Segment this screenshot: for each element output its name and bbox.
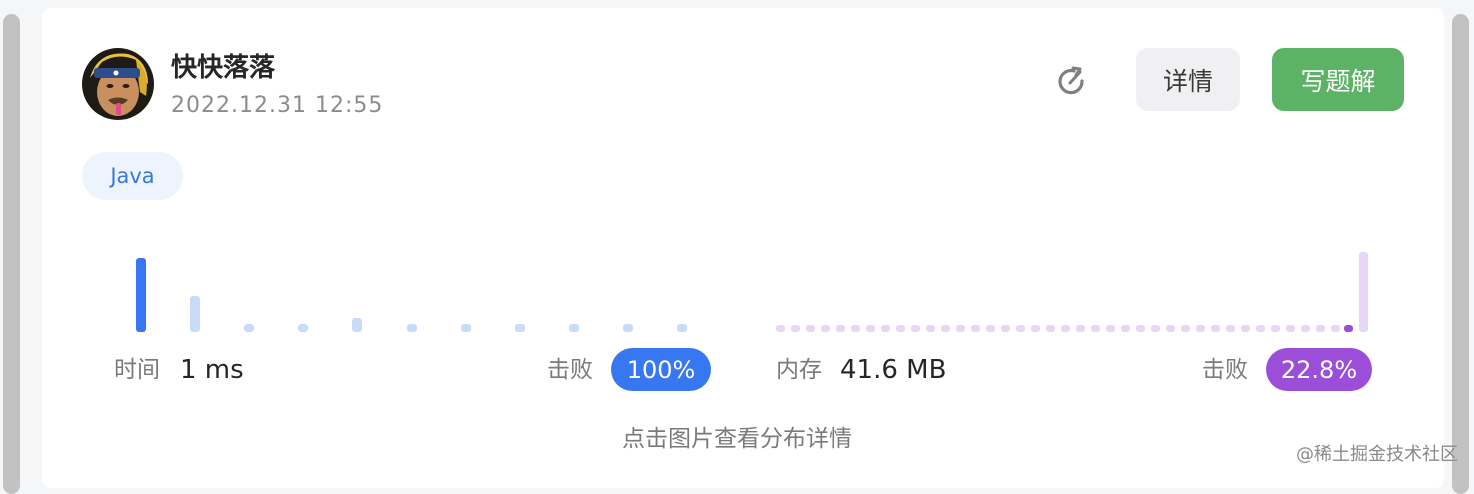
details-button[interactable]: 详情 xyxy=(1136,48,1240,111)
memory-bar xyxy=(986,325,995,332)
memory-bar xyxy=(1001,325,1010,332)
runtime-value: 1 ms xyxy=(180,355,244,385)
memory-beat-label: 击败 xyxy=(1202,357,1248,383)
memory-bar xyxy=(866,325,875,332)
submission-card[interactable]: 快快落落 2022.12.31 12:55 详情 写题解 Java 时间 1 m… xyxy=(42,8,1444,488)
runtime-bar xyxy=(407,324,417,332)
memory-bar-current xyxy=(1344,325,1353,332)
memory-bar xyxy=(1046,325,1055,332)
memory-bar xyxy=(911,325,920,332)
memory-bar xyxy=(776,325,785,332)
username[interactable]: 快快落落 xyxy=(171,52,275,84)
memory-bar xyxy=(881,325,890,332)
memory-bar xyxy=(941,325,950,332)
runtime-beat-badge: 100% xyxy=(611,348,711,391)
memory-label: 内存 xyxy=(776,357,822,383)
memory-bar xyxy=(1016,325,1025,332)
memory-bar xyxy=(1106,325,1115,332)
runtime-bar xyxy=(515,324,525,332)
runtime-bar xyxy=(244,324,254,332)
memory-beat-badge: 22.8% xyxy=(1266,348,1372,391)
memory-bar xyxy=(926,325,935,332)
write-solution-button[interactable]: 写题解 xyxy=(1272,48,1404,111)
runtime-bar xyxy=(461,324,471,332)
memory-bar xyxy=(1226,325,1235,332)
memory-bar xyxy=(1091,325,1100,332)
scrollbar-left[interactable] xyxy=(3,14,20,494)
memory-bar xyxy=(1166,325,1175,332)
memory-bar xyxy=(1031,325,1040,332)
runtime-label: 时间 xyxy=(114,357,160,383)
distribution-chart[interactable] xyxy=(42,246,1444,346)
memory-bar xyxy=(791,325,800,332)
memory-bar xyxy=(1301,325,1310,332)
memory-bar xyxy=(1256,325,1265,332)
memory-bar xyxy=(1286,325,1295,332)
runtime-bar xyxy=(298,324,308,332)
memory-bar xyxy=(1241,325,1250,332)
memory-bar xyxy=(851,325,860,332)
runtime-beat-label: 击败 xyxy=(547,357,593,383)
runtime-bar xyxy=(569,324,579,332)
runtime-bar xyxy=(136,258,146,332)
memory-bar xyxy=(1181,325,1190,332)
runtime-bar xyxy=(623,324,633,332)
memory-bar xyxy=(896,325,905,332)
memory-bar xyxy=(1211,325,1220,332)
watermark: @稀土掘金技术社区 xyxy=(1296,444,1458,465)
memory-bar xyxy=(1359,252,1368,332)
memory-bar xyxy=(1121,325,1130,332)
memory-bars xyxy=(776,325,1340,332)
memory-bar xyxy=(1271,325,1280,332)
memory-bar xyxy=(971,325,980,332)
memory-bar xyxy=(1136,325,1145,332)
memory-bar xyxy=(1196,325,1205,332)
refresh-icon[interactable] xyxy=(1052,63,1090,101)
memory-bar xyxy=(821,325,830,332)
runtime-bar xyxy=(190,296,200,332)
runtime-bar xyxy=(677,324,687,332)
memory-bar xyxy=(806,325,815,332)
distribution-hint[interactable]: 点击图片查看分布详情 xyxy=(622,425,852,453)
memory-bar xyxy=(1061,325,1070,332)
user-avatar[interactable] xyxy=(82,48,154,120)
memory-value: 41.6 MB xyxy=(840,355,947,385)
memory-bar xyxy=(1151,325,1160,332)
submission-timestamp: 2022.12.31 12:55 xyxy=(171,93,384,118)
memory-bar xyxy=(1076,325,1085,332)
memory-bar xyxy=(836,325,845,332)
memory-bar xyxy=(956,325,965,332)
runtime-bar xyxy=(352,318,362,332)
memory-bar xyxy=(1316,325,1325,332)
scrollbar-right[interactable] xyxy=(1452,14,1469,494)
language-tag[interactable]: Java xyxy=(82,152,183,200)
memory-bar xyxy=(1331,325,1340,332)
